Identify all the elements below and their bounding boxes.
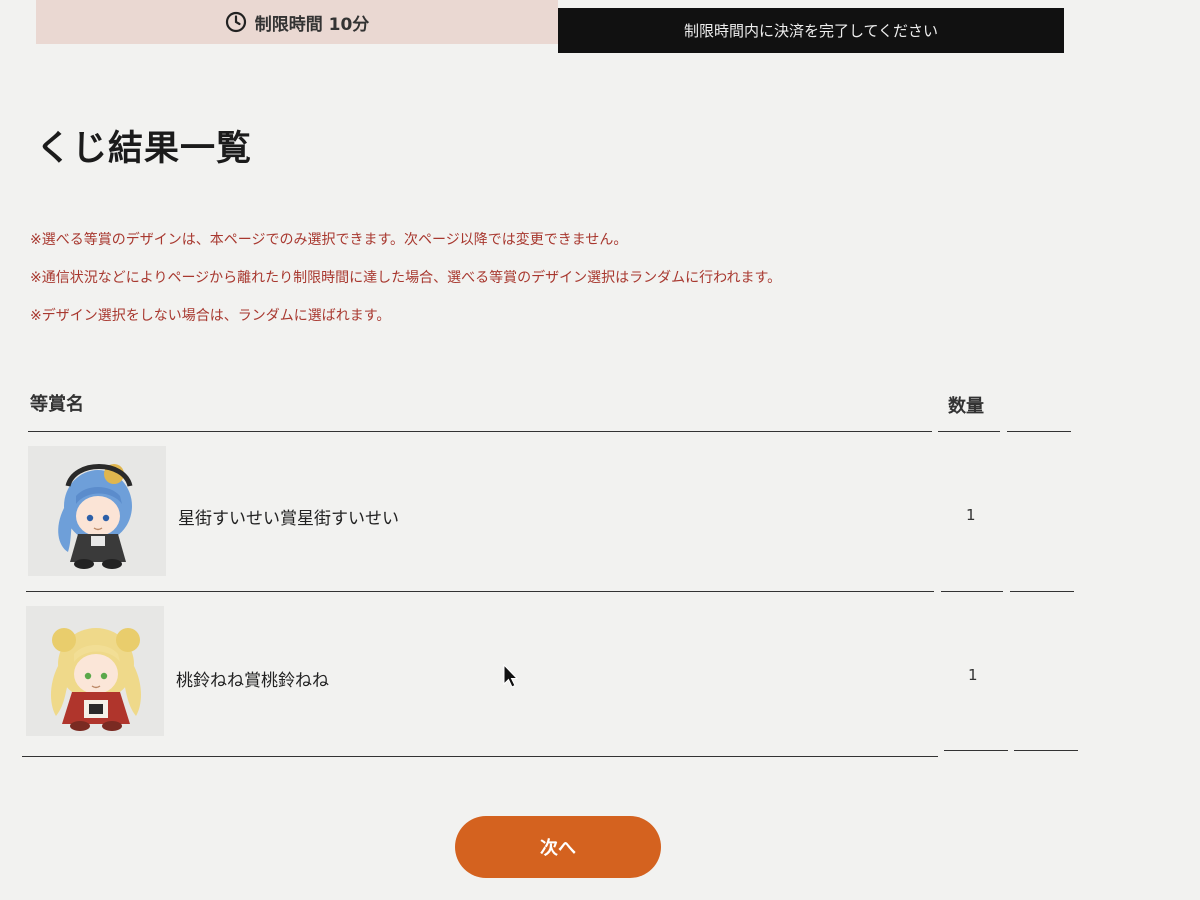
row-divider — [941, 591, 1003, 592]
row-divider — [1014, 750, 1078, 751]
character-figure-icon — [51, 628, 141, 731]
header-divider — [28, 431, 932, 432]
notice-list: ※選べる等賞のデザインは、本ページでのみ選択できます。次ページ以降では変更できま… — [30, 228, 1030, 342]
prize-quantity: 1 — [968, 666, 978, 684]
payment-deadline-notice: 制限時間内に決済を完了してください — [558, 8, 1064, 53]
mouse-cursor-icon — [503, 664, 519, 688]
clock-icon — [225, 11, 247, 33]
next-button[interactable]: 次へ — [455, 816, 661, 878]
prize-name: 桃鈴ねね賞桃鈴ねね — [176, 671, 329, 691]
prize-name: 星街すいせい賞星街すいせい — [178, 509, 399, 529]
notice-item: ※デザイン選択をしない場合は、ランダムに選ばれます。 — [30, 308, 391, 324]
notice-item: ※選べる等賞のデザインは、本ページでのみ選択できます。次ページ以降では変更できま… — [30, 232, 628, 248]
row-divider — [1010, 591, 1074, 592]
column-header-prize-name: 等賞名 — [30, 394, 84, 415]
prize-thumbnail — [28, 446, 166, 576]
row-divider — [22, 756, 938, 757]
page-title: くじ結果一覧 — [36, 129, 253, 169]
header-divider — [1007, 431, 1071, 432]
timer-label: 制限時間 10分 — [254, 14, 370, 35]
row-divider — [944, 750, 1008, 751]
prize-thumbnail — [26, 606, 164, 736]
timer-bar: 制限時間 10分 — [36, 0, 558, 44]
header-divider — [938, 431, 1000, 432]
notice-item: ※通信状況などによりページから離れたり制限時間に達した場合、選べる等賞のデザイン… — [30, 270, 782, 286]
row-divider — [26, 591, 934, 592]
column-header-quantity: 数量 — [948, 396, 984, 417]
prize-quantity: 1 — [966, 506, 976, 524]
character-figure-icon — [58, 464, 133, 569]
